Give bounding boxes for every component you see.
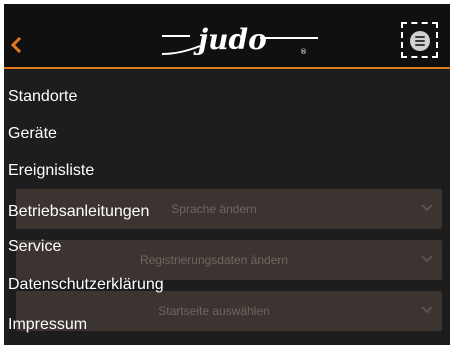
svg-text:judo: judo: [193, 24, 267, 56]
hamburger-menu-icon: [410, 31, 430, 51]
nav-item-standorte[interactable]: Standorte: [8, 86, 77, 108]
nav-item-service[interactable]: Service: [8, 236, 61, 258]
chevron-down-icon: [421, 255, 433, 263]
nav-item-ereignisliste[interactable]: Ereignisliste: [8, 160, 94, 182]
chevron-down-icon: [421, 306, 433, 314]
menu-button[interactable]: [401, 22, 438, 58]
nav-item-geraete[interactable]: Geräte: [8, 123, 57, 145]
nav-item-datenschutzerklaerung[interactable]: Datenschutzerklärung: [8, 274, 164, 296]
svg-text:®: ®: [300, 48, 307, 56]
chevron-down-icon: [421, 204, 433, 212]
judo-logo: judo ®: [161, 24, 318, 56]
app-window: judo ® Sprache ändern Registrierungsdate…: [4, 4, 450, 345]
header-bar: judo ®: [4, 4, 450, 69]
chevron-left-icon[interactable]: [10, 37, 22, 53]
nav-item-betriebsanleitungen[interactable]: Betriebsanleitungen: [8, 201, 149, 223]
nav-item-impressum[interactable]: Impressum: [8, 314, 87, 336]
navigation-menu: Standorte Geräte Ereignisliste Betriebsa…: [4, 69, 204, 345]
